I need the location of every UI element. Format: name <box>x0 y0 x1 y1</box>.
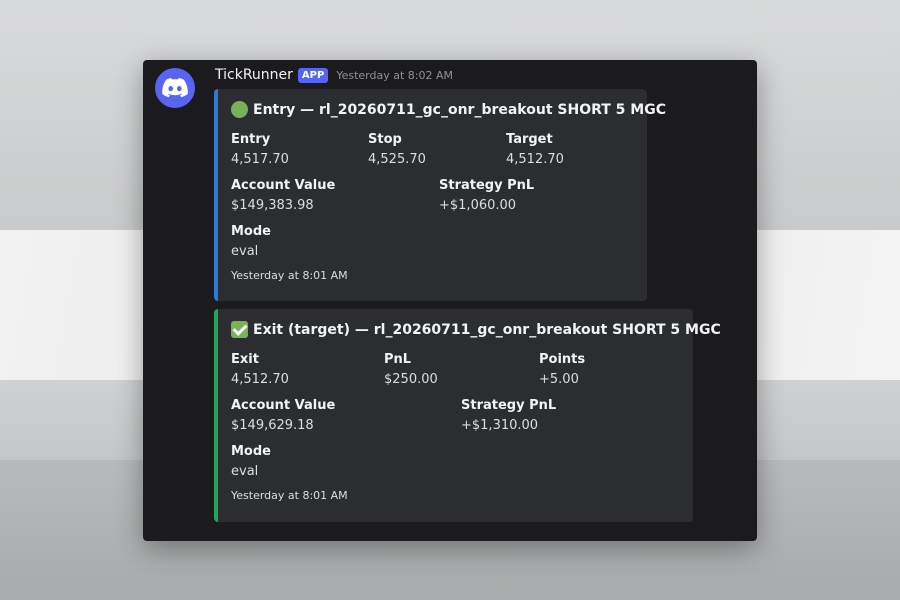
embed-title-text: Entry — rl_20260711_gc_onr_breakout SHOR… <box>253 101 666 118</box>
message-header: TickRunner APP Yesterday at 8:02 AM <box>215 67 453 83</box>
embed-title: Exit (target) — rl_20260711_gc_onr_break… <box>231 321 721 338</box>
embed-field-account-value: Account Value $149,383.98 <box>231 178 335 214</box>
message-timestamp[interactable]: Yesterday at 8:02 AM <box>336 69 453 82</box>
field-value: 4,517.70 <box>231 152 289 167</box>
field-value: +$1,060.00 <box>439 198 517 213</box>
field-value: $250.00 <box>384 372 438 387</box>
embed-field-mode: Mode eval <box>231 444 271 480</box>
green-circle-icon <box>231 101 248 118</box>
field-value: 4,512.70 <box>506 152 564 167</box>
field-name: Entry <box>231 132 271 147</box>
embed-field-pnl: PnL $250.00 <box>384 352 438 388</box>
embed-title-text: Exit (target) — rl_20260711_gc_onr_break… <box>253 321 721 338</box>
username[interactable]: TickRunner <box>215 67 293 83</box>
field-name: Account Value <box>231 398 336 413</box>
field-value: $149,629.18 <box>231 418 314 433</box>
embed-field-account-value: Account Value $149,629.18 <box>231 398 335 434</box>
embed-field-target: Target 4,512.70 <box>506 132 564 168</box>
embed-footer-timestamp: Yesterday at 8:01 AM <box>231 489 348 502</box>
field-name: Points <box>539 352 586 367</box>
embed-field-strategy-pnl: Strategy PnL +$1,060.00 <box>439 178 534 214</box>
field-name: Strategy PnL <box>439 178 535 193</box>
embed-field-entry: Entry 4,517.70 <box>231 132 289 168</box>
field-name: Mode <box>231 224 271 239</box>
field-value: 4,525.70 <box>368 152 426 167</box>
field-name: Exit <box>231 352 259 367</box>
embed-footer-timestamp: Yesterday at 8:01 AM <box>231 269 348 282</box>
embed-field-mode: Mode eval <box>231 224 271 260</box>
field-value: 4,512.70 <box>231 372 289 387</box>
embed-field-strategy-pnl: Strategy PnL +$1,310.00 <box>461 398 556 434</box>
embed-field-stop: Stop 4,525.70 <box>368 132 426 168</box>
field-name: Target <box>506 132 553 147</box>
embed-field-exit: Exit 4,512.70 <box>231 352 289 388</box>
field-name: PnL <box>384 352 412 367</box>
field-name: Mode <box>231 444 271 459</box>
field-value: +5.00 <box>539 372 579 387</box>
field-name: Stop <box>368 132 402 147</box>
bot-avatar[interactable] <box>155 68 195 108</box>
message-window: TickRunner APP Yesterday at 8:02 AM Entr… <box>143 60 757 541</box>
exit-embed: Exit (target) — rl_20260711_gc_onr_break… <box>214 309 721 522</box>
field-value: $149,383.98 <box>231 198 314 213</box>
entry-embed: Entry — rl_20260711_gc_onr_breakout SHOR… <box>214 89 666 301</box>
embed-title: Entry — rl_20260711_gc_onr_breakout SHOR… <box>231 101 666 118</box>
field-value: +$1,310.00 <box>461 418 539 433</box>
field-name: Account Value <box>231 178 336 193</box>
app-badge: APP <box>297 67 329 83</box>
field-value: eval <box>231 244 259 259</box>
field-value: eval <box>231 464 259 479</box>
field-name: Strategy PnL <box>461 398 557 413</box>
check-mark-icon <box>231 321 248 338</box>
embed-field-points: Points +5.00 <box>539 352 585 388</box>
discord-logo-icon <box>162 78 188 98</box>
